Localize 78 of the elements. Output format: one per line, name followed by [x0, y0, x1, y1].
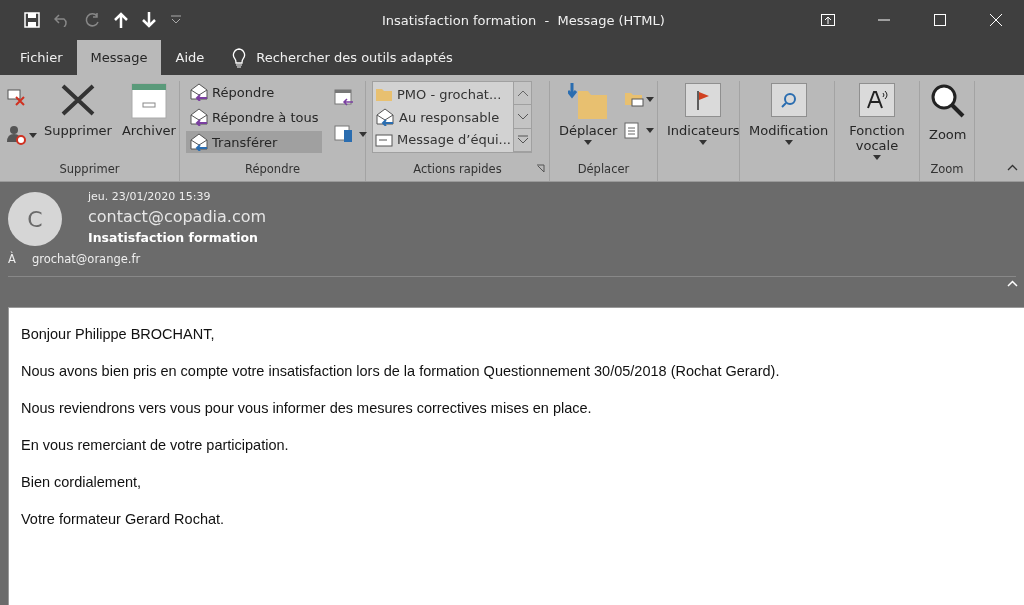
group-label: Déplacer	[577, 161, 630, 178]
redo-icon	[84, 12, 100, 28]
chevron-down-icon	[516, 113, 529, 120]
meeting-calendar-icon	[333, 89, 354, 107]
folder-mail-icon	[624, 91, 645, 107]
envelope-icon	[189, 133, 209, 151]
archive-box-icon	[130, 83, 167, 119]
caret-icon	[646, 96, 655, 102]
caret-icon	[873, 155, 881, 160]
ignore-icon	[6, 87, 26, 107]
letter-sound-drawing	[866, 90, 888, 110]
undo-icon	[54, 13, 70, 27]
group-label: Actions rapides	[413, 161, 502, 178]
ribbon-display-icon	[821, 14, 835, 26]
delete-x-icon	[60, 83, 96, 117]
body-paragraph: Bien cordialement,	[21, 474, 143, 490]
caret-icon	[29, 132, 37, 138]
caret-icon	[584, 140, 593, 145]
window-title: Insatisfaction formation - Message (HTML)	[381, 12, 666, 28]
caret-icon	[358, 131, 367, 137]
body-paragraph: Nous reviendrons vers vous pour vous informer des mesures correctives mises en place.	[21, 400, 593, 416]
caret-icon	[699, 140, 708, 145]
body-paragraph: Nous avons bien pris en compte votre insatisfaction lors de la formation Questionnement 30/05/2018 (Rochat Gerard).	[21, 363, 781, 379]
folder-icon	[568, 83, 609, 121]
maximize-icon	[934, 14, 946, 26]
zoom-button[interactable]: Zoom	[926, 81, 970, 144]
quick-step-item[interactable]: Message d’équi...	[375, 128, 511, 151]
lightbulb-icon	[232, 47, 247, 68]
arrow-up-icon	[114, 12, 128, 28]
quick-step-item[interactable]: Au responsable	[375, 105, 511, 129]
caret-icon	[646, 127, 655, 133]
group-label: Supprimer	[59, 161, 120, 178]
sender-address[interactable]: contact@copadia.com	[88, 207, 267, 226]
reply-button[interactable]: Répondre	[186, 81, 322, 103]
arrow-down-icon	[142, 12, 156, 28]
body-paragraph: Votre formateur Gerard Rochat.	[21, 511, 226, 527]
envelope-icon	[375, 132, 393, 147]
group-label: Zoom	[930, 161, 964, 178]
recipient-address[interactable]: grochat@orange.fr	[31, 252, 141, 266]
message-date: jeu. 23/01/2020 15:39	[88, 190, 212, 203]
collapse-header-icon	[1007, 280, 1018, 287]
message-subject: Insatisfaction formation	[88, 230, 259, 245]
body-paragraph: En vous remerciant de votre participation.	[21, 437, 290, 453]
collapse-ribbon-icon	[1007, 164, 1018, 171]
ribbon-tab[interactable]: Message	[76, 40, 162, 75]
archive-button[interactable]: Archiver	[118, 81, 179, 140]
dialog-launcher-icon	[536, 164, 545, 173]
ribbon-tab[interactable]: Aide	[161, 40, 219, 75]
chevron-up-icon	[516, 89, 529, 97]
to-label: À	[8, 252, 16, 266]
flags-button[interactable]: Indicateurs	[664, 81, 743, 147]
group-label: Répondre	[245, 161, 300, 178]
scroll-down-button[interactable]	[514, 105, 531, 129]
folder-icon	[375, 86, 393, 103]
read-aloud-button[interactable]: Fonction vocale	[842, 81, 912, 162]
minimize-icon	[878, 19, 890, 21]
envelope-icon	[189, 83, 209, 101]
ribbon-tab[interactable]: Fichier	[6, 40, 77, 75]
magnifier-drawing	[780, 92, 797, 108]
envelope-icon	[375, 108, 395, 126]
quick-step-item[interactable]: PMO - grochat...	[375, 83, 511, 106]
reply-button[interactable]: Répondre à tous	[186, 106, 322, 128]
sender-avatar: C	[8, 192, 62, 246]
delete-button[interactable]: Supprimer	[41, 81, 115, 140]
save-icon	[24, 12, 40, 28]
block-sender-icon	[6, 125, 26, 145]
tell-me-placeholder[interactable]: Rechercher des outils adaptés	[256, 50, 453, 65]
editing-button[interactable]: Modification	[746, 81, 832, 147]
envelope-icon	[189, 108, 209, 126]
body-paragraph: Bonjour Philippe BROCHANT,	[21, 326, 216, 342]
caret-icon	[784, 140, 793, 145]
close-icon	[990, 14, 1002, 26]
move-button[interactable]: Déplacer	[556, 81, 621, 147]
scroll-up-button[interactable]	[514, 82, 531, 106]
reply-button[interactable]: Transférer	[186, 131, 322, 153]
customize-caret-icon	[170, 15, 182, 25]
more-button[interactable]	[514, 128, 531, 152]
expand-icon	[516, 135, 529, 145]
